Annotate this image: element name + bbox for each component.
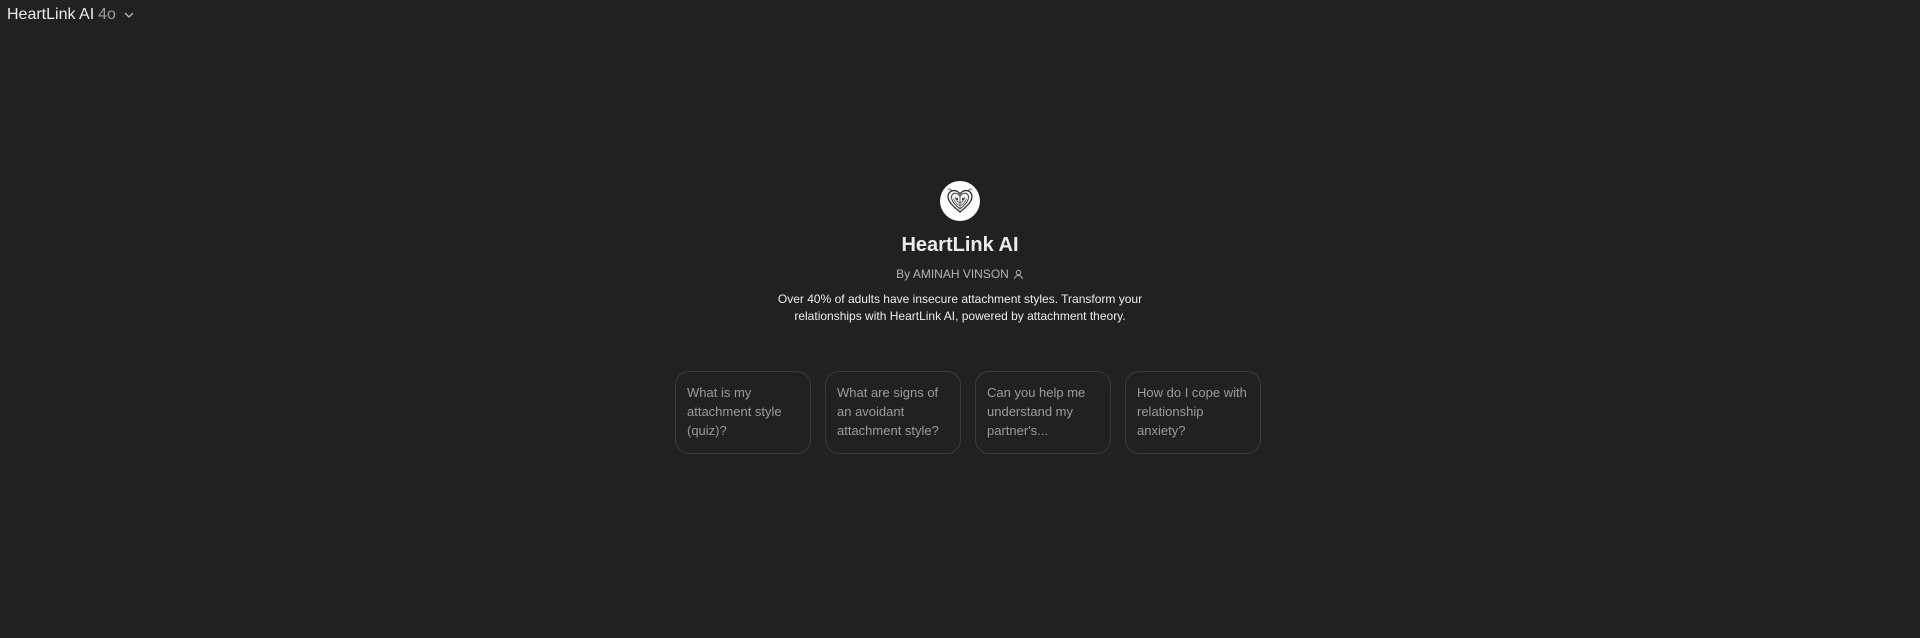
author-name: By AMINAH VINSON: [896, 267, 1009, 281]
gpt-author[interactable]: By AMINAH VINSON: [896, 266, 1024, 282]
conversation-starters: What is my attachment style (quiz)? What…: [675, 371, 1261, 454]
chat-window: HeartLink AI 4o HeartLink AI By AMINAH V…: [0, 0, 1920, 638]
model-version: 4o: [98, 6, 116, 23]
model-name: HeartLink AI: [7, 6, 95, 23]
starter-card[interactable]: What are signs of an avoidant attachment…: [825, 371, 961, 454]
gpt-intro: HeartLink AI By AMINAH VINSON Over 40% o…: [0, 181, 1920, 325]
person-icon: [1013, 269, 1024, 280]
starter-card[interactable]: Can you help me understand my partner's.…: [975, 371, 1111, 454]
starter-card[interactable]: How do I cope with relationship anxiety?: [1125, 371, 1261, 454]
chevron-down-icon: [122, 8, 136, 22]
heart-logo-icon: [940, 181, 980, 221]
gpt-description: Over 40% of adults have insecure attachm…: [777, 292, 1143, 323]
gpt-title: HeartLink AI: [901, 234, 1019, 256]
model-switcher[interactable]: HeartLink AI 4o: [7, 4, 136, 26]
starter-card[interactable]: What is my attachment style (quiz)?: [675, 371, 811, 454]
